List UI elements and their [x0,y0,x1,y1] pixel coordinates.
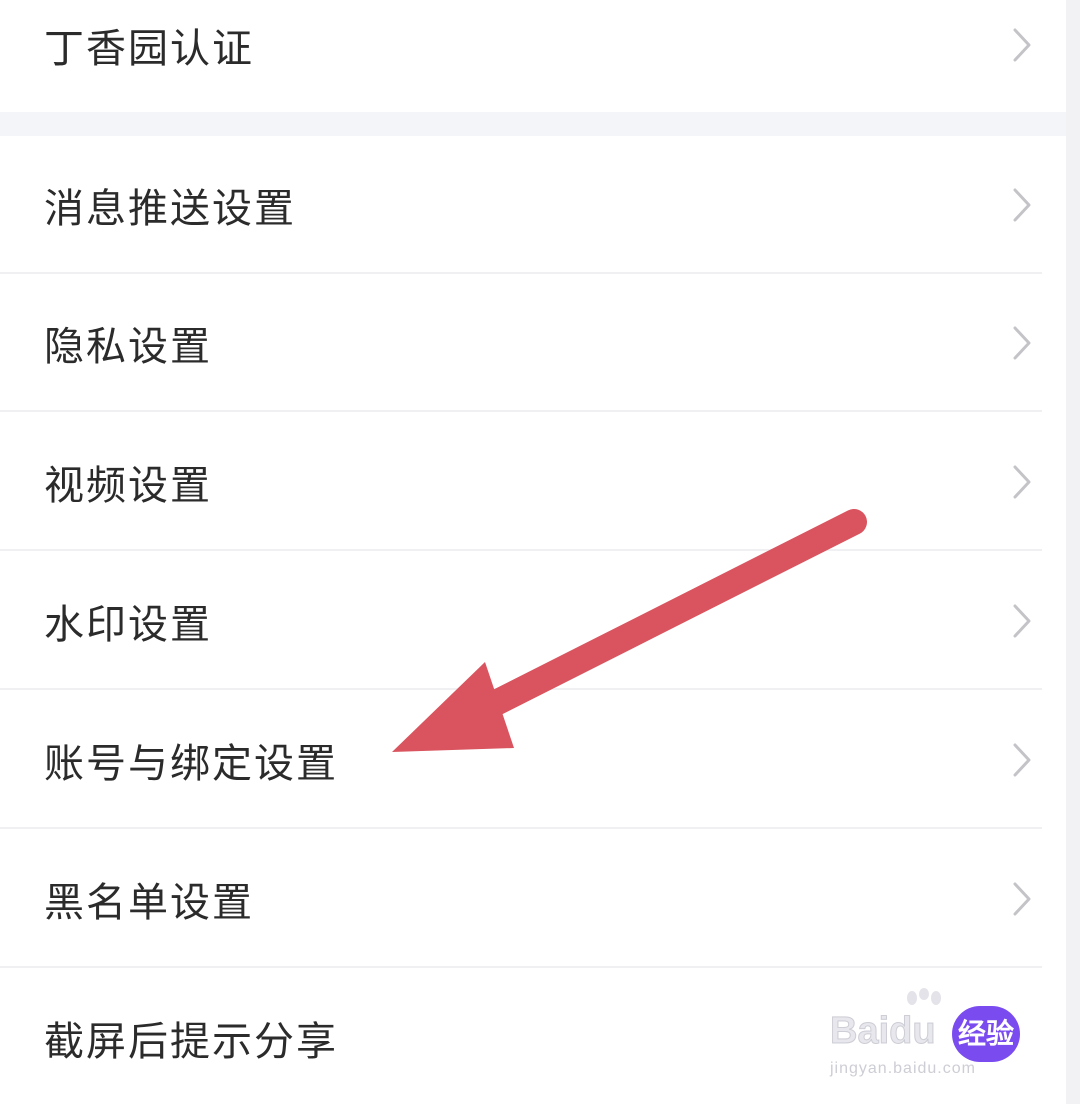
settings-item-label: 隐私设置 [44,324,212,370]
settings-item-watermark[interactable]: 水印设置 [0,552,1066,690]
chevron-right-icon [1013,604,1031,638]
settings-item-label: 账号与绑定设置 [44,741,338,787]
settings-item-video[interactable]: 视频设置 [0,413,1066,551]
row-divider [0,688,1042,690]
settings-item-account-binding[interactable]: 账号与绑定设置 [0,691,1066,829]
chevron-right-icon [1013,28,1031,62]
row-divider [0,827,1042,829]
row-divider [0,966,1042,968]
row-divider [0,410,1042,412]
chevron-right-icon [1013,326,1031,360]
settings-item-label: 丁香园认证 [44,26,254,72]
settings-item-blacklist[interactable]: 黑名单设置 [0,830,1066,968]
settings-item-dxy-certification[interactable]: 丁香园认证 [0,0,1066,114]
chevron-right-icon [1013,743,1031,777]
chevron-right-icon [1013,188,1031,222]
settings-item-push-notifications[interactable]: 消息推送设置 [0,136,1066,274]
row-divider [0,549,1042,551]
settings-item-label: 黑名单设置 [44,880,254,926]
watermark-badge: 经验 [952,1006,1020,1062]
settings-item-label: 水印设置 [44,602,212,648]
baidu-jingyan-watermark: Baidu 经验 jingyan.baidu.com [828,988,1028,1084]
chevron-right-icon [1013,882,1031,916]
watermark-brand: Baidu [830,1010,937,1053]
chevron-right-icon [1013,465,1031,499]
settings-item-label: 消息推送设置 [44,186,296,232]
settings-screen: 丁香园认证 消息推送设置 隐私设置 视频设置 水印设置 账号与绑定设置 黑名单设… [0,0,1066,1107]
settings-item-privacy[interactable]: 隐私设置 [0,274,1066,412]
settings-item-label: 截屏后提示分享 [44,1019,338,1065]
scroll-edge [1066,0,1080,1104]
watermark-url: jingyan.baidu.com [830,1060,976,1077]
settings-item-label: 视频设置 [44,463,212,509]
section-divider [0,112,1066,136]
